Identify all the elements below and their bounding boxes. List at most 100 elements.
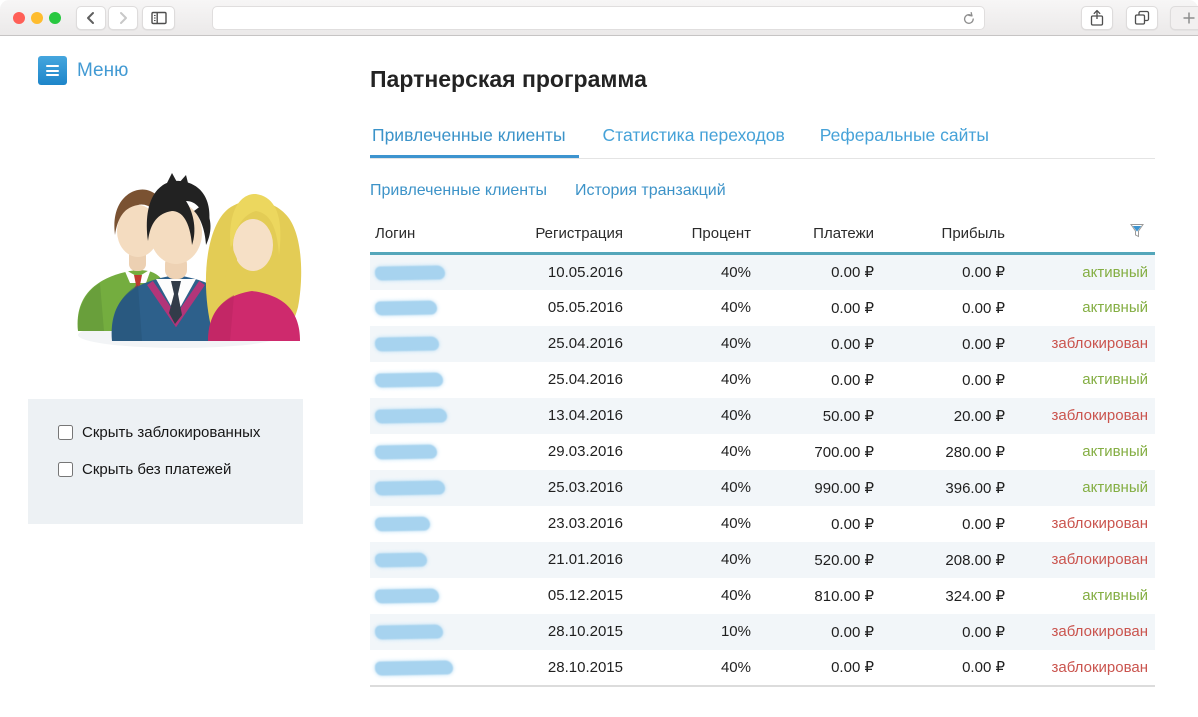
status-cell: заблокирован <box>1051 515 1148 532</box>
client-row[interactable]: 23.03.2016 40% 0.00 ₽ 0.00 ₽ заблокирован <box>370 506 1155 542</box>
status-cell: заблокирован <box>1051 623 1148 640</box>
login-cell <box>370 254 500 290</box>
percent-cell: 40% <box>720 371 751 388</box>
profit-cell: 0.00 ₽ <box>876 649 1007 687</box>
redacted-login[interactable] <box>374 624 444 640</box>
registration-cell: 21.01.2016 <box>547 551 623 568</box>
redacted-login[interactable] <box>374 444 438 460</box>
login-cell <box>370 434 500 470</box>
share-icon <box>1090 9 1104 26</box>
partners-illustration <box>50 143 304 357</box>
client-row[interactable]: 10.05.2016 40% 0.00 ₽ 0.00 ₽ активный <box>370 253 1155 290</box>
tabs-overview-icon <box>1134 10 1150 25</box>
status-cell: заблокирован <box>1007 649 1155 687</box>
status-cell: активный <box>1082 371 1148 388</box>
filter-panel: Скрыть заблокированных Скрыть без платеже… <box>28 399 303 524</box>
clients-table-body: 10.05.2016 40% 0.00 ₽0.00 ₽ активный 05.05.2… <box>370 253 1155 687</box>
filter-checkbox-1[interactable] <box>58 425 73 440</box>
registration-cell: 25.04.2016 <box>547 371 623 388</box>
filter-checkbox-2[interactable] <box>58 462 73 477</box>
tab-referral-sites[interactable]: Реферальные сайты <box>818 116 1000 158</box>
profit-cell: 0.00 ₽ <box>962 515 1005 533</box>
show-all-tabs-button[interactable] <box>1126 6 1158 30</box>
table-header-row: Логин Регистрация Процент Платежи Прибыль <box>370 216 1155 255</box>
login-cell <box>370 326 500 362</box>
subtab-transaction-history[interactable]: История транзакций <box>575 182 726 200</box>
registration-cell: 25.03.2016 <box>547 479 623 496</box>
menu-button[interactable] <box>38 56 67 85</box>
redacted-login[interactable] <box>374 408 448 424</box>
percent-cell: 40% <box>720 263 751 281</box>
forward-button[interactable] <box>108 6 138 30</box>
filter-row-1[interactable]: Скрыть заблокированных <box>58 424 303 441</box>
share-button[interactable] <box>1081 6 1113 30</box>
percent-cell: 40% <box>720 335 751 352</box>
payments-cell: 990.00 ₽ <box>814 479 874 497</box>
filter-column-header[interactable] <box>1007 216 1155 255</box>
profit-cell: 396.00 ₽ <box>945 479 1005 497</box>
sidebar-icon <box>150 11 167 25</box>
zoom-window-button[interactable] <box>49 12 61 24</box>
redacted-login[interactable] <box>374 480 446 496</box>
filter-row-2[interactable]: Скрыть без платежей <box>58 461 303 478</box>
new-tab-button[interactable] <box>1170 6 1198 30</box>
menu-label[interactable]: Меню <box>77 60 128 82</box>
registration-cell: 23.03.2016 <box>547 515 623 532</box>
redacted-login[interactable] <box>374 588 440 604</box>
client-row[interactable]: 28.10.2015 40% 0.00 ₽0.00 ₽ заблокирован <box>370 649 1155 687</box>
redacted-login[interactable] <box>374 265 446 281</box>
login-cell <box>370 542 500 578</box>
redacted-login[interactable] <box>374 336 440 352</box>
tab-attracted-clients[interactable]: Привлеченные клиенты <box>370 116 579 158</box>
main-tabs: Привлеченные клиенты Статистика переходов… <box>370 116 1155 159</box>
login-cell <box>370 578 500 614</box>
redacted-login[interactable] <box>374 516 431 532</box>
percent-cell: 10% <box>720 623 751 640</box>
column-header-1: Логин <box>370 216 500 255</box>
payments-cell: 50.00 ₽ <box>822 407 874 425</box>
payments-cell: 0.00 ₽ <box>831 515 874 533</box>
browser-toolbar <box>0 0 1198 36</box>
profit-cell: 280.00 ₽ <box>945 443 1005 461</box>
client-row[interactable]: 21.01.2016 40% 520.00 ₽ 208.00 ₽ заблокирова… <box>370 541 1155 578</box>
column-header-5: Прибыль <box>876 216 1007 255</box>
filter-label-1: Скрыть заблокированных <box>82 424 261 441</box>
registration-cell: 28.10.2015 <box>500 649 625 687</box>
address-bar[interactable] <box>212 6 985 30</box>
redacted-login[interactable] <box>374 552 428 568</box>
client-row[interactable]: 25.04.2016 40% 0.00 ₽ 0.00 ₽ активный <box>370 362 1155 398</box>
client-row[interactable]: 29.03.2016 40% 700.00 ₽ 280.00 ₽ активный <box>370 434 1155 470</box>
percent-cell: 40% <box>720 479 751 496</box>
back-button[interactable] <box>76 6 106 30</box>
login-cell <box>370 290 500 326</box>
column-header-2: Регистрация <box>500 216 625 255</box>
sidebar-toggle-button[interactable] <box>142 6 175 30</box>
client-row[interactable]: 13.04.2016 40% 50.00 ₽ 20.00 ₽ заблокирован <box>370 397 1155 434</box>
payments-cell: 0.00 ₽ <box>831 371 874 389</box>
tab-transition-stats[interactable]: Статистика переходов <box>601 116 796 158</box>
status-cell: заблокирован <box>1051 407 1148 424</box>
minimize-window-button[interactable] <box>31 12 43 24</box>
reload-icon[interactable] <box>960 10 978 28</box>
login-cell <box>370 614 500 650</box>
login-cell <box>370 649 500 687</box>
funnel-icon <box>1130 224 1144 238</box>
status-cell: активный <box>1082 299 1148 316</box>
subtab-attracted-clients[interactable]: Привлеченные клиенты <box>370 182 547 200</box>
redacted-login[interactable] <box>374 372 444 388</box>
client-row[interactable]: 28.10.2015 10% 0.00 ₽ 0.00 ₽ заблокирован <box>370 613 1155 650</box>
redacted-login[interactable] <box>374 659 454 676</box>
sub-tabs: Привлеченные клиенты История транзакций <box>370 182 726 200</box>
client-row[interactable]: 25.03.2016 40% 990.00 ₽ 396.00 ₽ активный <box>370 469 1155 506</box>
payments-cell: 0.00 ₽ <box>831 264 874 282</box>
percent-cell: 40% <box>720 551 751 568</box>
client-row[interactable]: 05.12.2015 40% 810.00 ₽ 324.00 ₽ активный <box>370 578 1155 614</box>
registration-cell: 05.05.2016 <box>547 299 623 316</box>
clients-table: Логин Регистрация Процент Платежи Прибыль 10… <box>370 216 1155 687</box>
clients-table-wrap: Логин Регистрация Процент Платежи Прибыль 10… <box>370 216 1155 687</box>
payments-cell: 520.00 ₽ <box>814 551 874 569</box>
close-window-button[interactable] <box>13 12 25 24</box>
client-row[interactable]: 25.04.2016 40% 0.00 ₽ 0.00 ₽ заблокирован <box>370 325 1155 362</box>
redacted-login[interactable] <box>374 300 438 316</box>
client-row[interactable]: 05.05.2016 40% 0.00 ₽ 0.00 ₽ активный <box>370 290 1155 326</box>
